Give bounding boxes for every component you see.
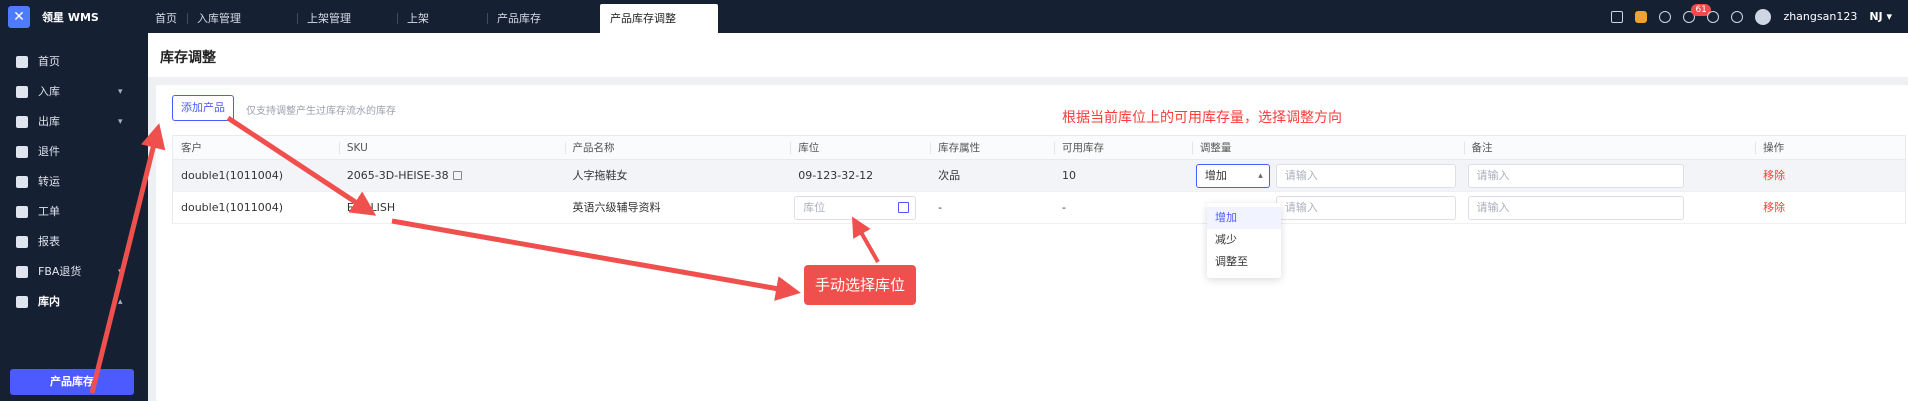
col-available: 可用库存 — [1053, 136, 1192, 159]
col-stock-attr: 库存属性 — [930, 136, 1054, 159]
dropdown-option-increase[interactable]: 增加 — [1207, 207, 1281, 229]
chevron-down-icon: ▾ — [118, 87, 123, 97]
tab-product-inventory[interactable]: 产品库存 — [487, 4, 600, 33]
product-name-cell: 人字拖鞋女 — [572, 169, 628, 182]
sidebar-item-workorder[interactable]: 工单 — [0, 197, 148, 227]
tab-putaway[interactable]: 上架 — [397, 4, 487, 33]
sidebar: 首页 入库 ▾ 出库 ▾ 退件 转运 工单 报表 FBA退货 ▾ 库内 ▴ 产品库存 — [0, 33, 148, 401]
transfer-icon — [16, 176, 28, 188]
table-row: double1(1011004) 2065-3D-HEISE-38 人字拖鞋女 … — [173, 160, 1905, 192]
chevron-up-icon: ▴ — [1258, 171, 1263, 181]
customer-cell: double1(1011004) — [181, 201, 284, 214]
page-header: 库存调整 — [148, 33, 1908, 77]
remark-input[interactable]: 请输入 — [1467, 164, 1684, 188]
add-product-button[interactable]: 添加产品 — [172, 95, 234, 121]
adjust-cell: 增加 ▴ 请输入 — [1192, 160, 1464, 191]
download-icon[interactable] — [1659, 10, 1672, 23]
add-hint: 仅支持调整产生过库存流水的库存 — [246, 106, 396, 117]
dropdown-option-decrease[interactable]: 减少 — [1207, 229, 1281, 251]
main-content: 库存调整 添加产品 仅支持调整产生过库存流水的库存 根据当前库位上的可用库存量，… — [148, 33, 1908, 401]
available-cell: 10 — [1061, 169, 1076, 182]
quantity-input[interactable]: 请输入 — [1275, 164, 1456, 188]
bell-icon[interactable]: 61 — [1683, 3, 1711, 23]
tab-home[interactable]: 首页 — [145, 4, 187, 33]
chevron-up-icon: ▴ — [118, 297, 123, 307]
location-cell: 库位 — [790, 192, 930, 223]
stock-attr-cell: 次品 — [938, 169, 961, 182]
inbox-icon[interactable] — [1611, 10, 1624, 23]
callout-manual-location: 手动选择库位 — [804, 265, 916, 305]
customer-cell: double1(1011004) — [181, 169, 284, 182]
dropdown-option-adjust-to[interactable]: 调整至 — [1207, 251, 1281, 273]
available-cell: - — [1061, 201, 1066, 214]
region-selector[interactable]: NJ ▾ — [1869, 10, 1892, 23]
direction-select[interactable]: 增加 ▴ — [1195, 164, 1270, 188]
robot-icon[interactable] — [1635, 10, 1648, 23]
tab-putaway-management[interactable]: 上架管理 — [297, 4, 397, 33]
sidebar-item-inbound[interactable]: 入库 ▾ — [0, 77, 148, 107]
col-action: 操作 — [1755, 136, 1905, 159]
stock-attr-cell: - — [938, 201, 943, 214]
tab-inventory-adjustment[interactable]: 产品库存调整 — [600, 4, 718, 33]
table-row: double1(1011004) ENGLISH 英语六级辅导资料 库位 - -… — [173, 192, 1905, 224]
return-icon — [16, 146, 28, 158]
chevron-down-icon: ▾ — [118, 267, 123, 277]
product-name-cell: 英语六级辅导资料 — [572, 201, 661, 214]
sidebar-item-outbound[interactable]: 出库 ▾ — [0, 107, 148, 137]
sidebar-item-return[interactable]: 退件 — [0, 137, 148, 167]
sidebar-item-warehouse[interactable]: 库内 ▴ — [0, 287, 148, 317]
sidebar-item-fba-return[interactable]: FBA退货 ▾ — [0, 257, 148, 287]
annotation-direction: 根据当前库位上的可用库存量，选择调整方向 — [1062, 110, 1342, 126]
remark-input[interactable]: 请输入 — [1467, 196, 1684, 220]
action-cell: 移除 — [1755, 192, 1905, 223]
remark-cell: 请输入 — [1464, 192, 1756, 223]
sku-cell: 2065-3D-HEISE-38 — [339, 160, 565, 191]
outbound-icon — [16, 116, 28, 128]
col-sku: SKU — [338, 136, 565, 159]
username[interactable]: zhangsan123 — [1783, 10, 1857, 23]
table-header: 客户 SKU 产品名称 库位 库存属性 可用库存 调整量 备注 操作 — [173, 136, 1905, 160]
location-input[interactable]: 库位 — [794, 196, 917, 220]
inbound-icon — [16, 86, 28, 98]
header-actions: 61 zhangsan123 NJ ▾ — [1611, 0, 1908, 33]
help-icon[interactable] — [1731, 10, 1744, 23]
avatar[interactable] — [1755, 8, 1772, 25]
fba-return-icon — [16, 266, 28, 278]
remark-cell: 请输入 — [1464, 160, 1756, 191]
copy-icon[interactable] — [452, 171, 462, 180]
content-card: 添加产品 仅支持调整产生过库存流水的库存 根据当前库位上的可用库存量，选择调整方… — [156, 85, 1908, 401]
col-customer: 客户 — [181, 142, 202, 154]
action-cell: 移除 — [1755, 160, 1905, 191]
tab-inbound-management[interactable]: 入库管理 — [187, 4, 297, 33]
home-icon — [16, 56, 28, 68]
logo-icon: ✕ — [8, 6, 30, 28]
remove-link[interactable]: 移除 — [1763, 201, 1785, 214]
adjustment-table: 客户 SKU 产品名称 库位 库存属性 可用库存 调整量 备注 操作 doubl… — [172, 135, 1906, 224]
warehouse-icon — [16, 296, 28, 308]
grid-icon[interactable] — [898, 202, 910, 213]
col-remark: 备注 — [1463, 136, 1756, 159]
direction-dropdown: 增加 减少 调整至 — [1207, 203, 1281, 278]
col-product-name: 产品名称 — [564, 136, 791, 159]
col-location: 库位 — [790, 136, 930, 159]
chevron-down-icon: ▾ — [118, 117, 123, 127]
sidebar-item-transfer[interactable]: 转运 — [0, 167, 148, 197]
quantity-input[interactable]: 请输入 — [1275, 196, 1456, 220]
remove-link[interactable]: 移除 — [1763, 169, 1785, 182]
sku-cell: ENGLISH — [346, 201, 396, 214]
sidebar-item-home[interactable]: 首页 — [0, 47, 148, 77]
workorder-icon — [16, 206, 28, 218]
settings-icon[interactable] — [1707, 10, 1720, 23]
sidebar-item-report[interactable]: 报表 — [0, 227, 148, 257]
brand-name: 领星 WMS — [42, 11, 99, 24]
col-adjust-qty: 调整量 — [1191, 136, 1464, 159]
page-title: 库存调整 — [160, 50, 216, 66]
sidebar-subitem-product-inventory[interactable]: 产品库存 — [10, 369, 134, 395]
tab-bar: 首页 入库管理 上架管理 上架 产品库存 产品库存调整 — [145, 4, 718, 33]
top-bar: ✕ 领星 WMS 首页 入库管理 上架管理 上架 产品库存 产品库存调整 61 … — [0, 0, 1908, 33]
report-icon — [16, 236, 28, 248]
location-cell: 09-123-32-12 — [798, 169, 874, 182]
